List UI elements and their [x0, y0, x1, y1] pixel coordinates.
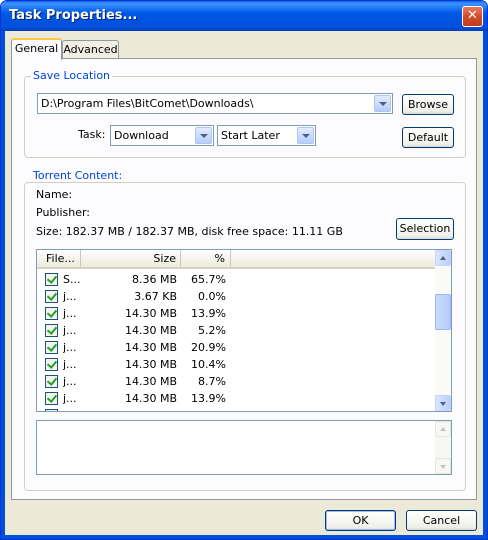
file-checkbox[interactable]: [45, 307, 58, 320]
ok-button-label: OK: [352, 514, 369, 527]
file-size-cell: 8.36 MB: [131, 273, 177, 286]
file-size-cell: 14.30 MB: [124, 307, 177, 320]
file-name-cell: j...: [63, 375, 77, 388]
file-name-cell: j...: [63, 392, 77, 405]
table-row[interactable]: j... 14.30 MB 13.9%: [37, 305, 436, 322]
tab-general[interactable]: General: [11, 38, 62, 60]
task-properties-dialog: Task Properties... ✕ General Advanced Sa…: [0, 0, 488, 540]
file-size-cell: 14.30 MB: [124, 341, 177, 354]
tab-advanced-label: Advanced: [63, 43, 118, 56]
file-name-cell: j...: [63, 324, 77, 337]
selection-button-label: Selection: [399, 222, 451, 235]
size-summary: Size: 182.37 MB / 182.37 MB, disk free s…: [36, 225, 343, 238]
cancel-button[interactable]: Cancel: [406, 510, 477, 531]
column-header-size[interactable]: Size: [81, 250, 181, 267]
table-row[interactable]: j... 14.30 MB 20.9%: [37, 339, 436, 356]
file-checkbox[interactable]: [45, 273, 58, 286]
file-name-cell: j...: [63, 341, 77, 354]
table-row[interactable]: j... 14.30 MB 10.4%: [37, 356, 436, 373]
file-size-cell: 14.30 MB: [124, 375, 177, 388]
table-row[interactable]: j... 14.30 MB 13.9%: [37, 390, 436, 407]
default-button[interactable]: Default: [402, 127, 454, 148]
close-icon[interactable]: ✕: [462, 6, 483, 27]
file-percent-cell: 65.7%: [191, 273, 226, 286]
start-mode-select[interactable]: Start Later: [217, 125, 316, 146]
file-details-box[interactable]: [36, 420, 452, 475]
torrent-content-title: Torrent Content:: [31, 169, 125, 182]
chevron-down-icon[interactable]: [374, 95, 391, 112]
file-size-cell: 14.30 MB: [124, 358, 177, 371]
file-checkbox[interactable]: [45, 290, 58, 303]
ok-button[interactable]: OK: [325, 510, 396, 531]
column-header-file[interactable]: File...: [37, 250, 81, 267]
table-row[interactable]: j...14.30 MB 10.4%: [37, 407, 436, 411]
file-size-cell: 3.67 KB: [134, 290, 177, 303]
file-percent-cell: 20.9%: [191, 341, 226, 354]
task-label: Task:: [78, 128, 106, 141]
file-size-cell: 14.30 MB: [81, 407, 177, 411]
table-row[interactable]: j... 3.67 KB 0.0%: [37, 288, 436, 305]
scrollbar-thumb[interactable]: [435, 294, 451, 330]
file-name-cell: j...: [63, 407, 81, 411]
file-percent-cell: 10.4%: [191, 358, 226, 371]
column-header-percent-label: %: [214, 252, 225, 265]
file-size-cell: 14.30 MB: [124, 324, 177, 337]
save-path-combobox[interactable]: D:\Program Files\BitComet\Downloads\: [37, 93, 393, 114]
file-percent-cell: 10.4%: [181, 407, 226, 411]
scroll-down-arrow-icon[interactable]: [435, 395, 451, 411]
name-label: Name:: [36, 188, 73, 201]
file-size-cell: 14.30 MB: [124, 392, 177, 405]
file-checkbox[interactable]: [45, 375, 58, 388]
save-location-title: Save Location: [31, 69, 113, 82]
cancel-button-label: Cancel: [422, 514, 461, 527]
scroll-up-arrow-icon: [435, 421, 451, 437]
file-percent-cell: 8.7%: [198, 375, 226, 388]
start-mode-value: Start Later: [221, 129, 280, 142]
browse-button[interactable]: Browse: [402, 94, 454, 115]
chevron-down-icon[interactable]: [195, 127, 212, 144]
table-row[interactable]: S... 8.36 MB 65.7%: [37, 271, 436, 288]
chevron-down-icon[interactable]: [297, 127, 314, 144]
scroll-up-arrow-icon[interactable]: [435, 250, 451, 266]
file-name-cell: j...: [63, 358, 77, 371]
details-scrollbar: [435, 421, 451, 474]
table-row[interactable]: j... 14.30 MB 5.2%: [37, 322, 436, 339]
file-percent-cell: 13.9%: [191, 392, 226, 405]
file-checkbox[interactable]: [45, 341, 58, 354]
tab-advanced[interactable]: Advanced: [62, 40, 119, 59]
file-checkbox[interactable]: [45, 409, 58, 411]
save-path-value: D:\Program Files\BitComet\Downloads\: [41, 97, 254, 110]
file-percent-cell: 5.2%: [198, 324, 226, 337]
file-percent-cell: 13.9%: [191, 307, 226, 320]
file-name-cell: j...: [63, 290, 77, 303]
default-button-label: Default: [407, 131, 449, 144]
task-type-select[interactable]: Download: [110, 125, 214, 146]
column-header-percent[interactable]: %: [181, 250, 231, 267]
tab-general-label: General: [14, 42, 59, 55]
column-header-file-label: File...: [46, 252, 75, 265]
file-list-header: File... Size %: [37, 250, 436, 269]
column-header-size-label: Size: [153, 252, 176, 265]
scroll-down-arrow-icon: [435, 458, 451, 474]
window-title: Task Properties...: [9, 8, 138, 23]
file-checkbox[interactable]: [45, 358, 58, 371]
file-list[interactable]: File... Size % S... 8.36 MB 65.7% j... 3.67 …: [36, 249, 452, 412]
browse-button-label: Browse: [407, 98, 449, 111]
window-frame-bottom: [1, 535, 487, 539]
task-type-value: Download: [114, 129, 169, 142]
file-checkbox[interactable]: [45, 324, 58, 337]
window-frame-left: [1, 31, 5, 539]
window-frame-right: [483, 31, 487, 539]
file-percent-cell: 0.0%: [198, 290, 226, 303]
table-row[interactable]: j... 14.30 MB 8.7%: [37, 373, 436, 390]
selection-button[interactable]: Selection: [396, 218, 454, 240]
publisher-label: Publisher:: [36, 206, 91, 219]
file-name-cell: j...: [63, 307, 77, 320]
file-name-cell: S...: [63, 273, 81, 286]
file-checkbox[interactable]: [45, 392, 58, 405]
title-bar[interactable]: Task Properties... ✕: [1, 1, 487, 31]
file-list-scrollbar[interactable]: [435, 250, 451, 411]
